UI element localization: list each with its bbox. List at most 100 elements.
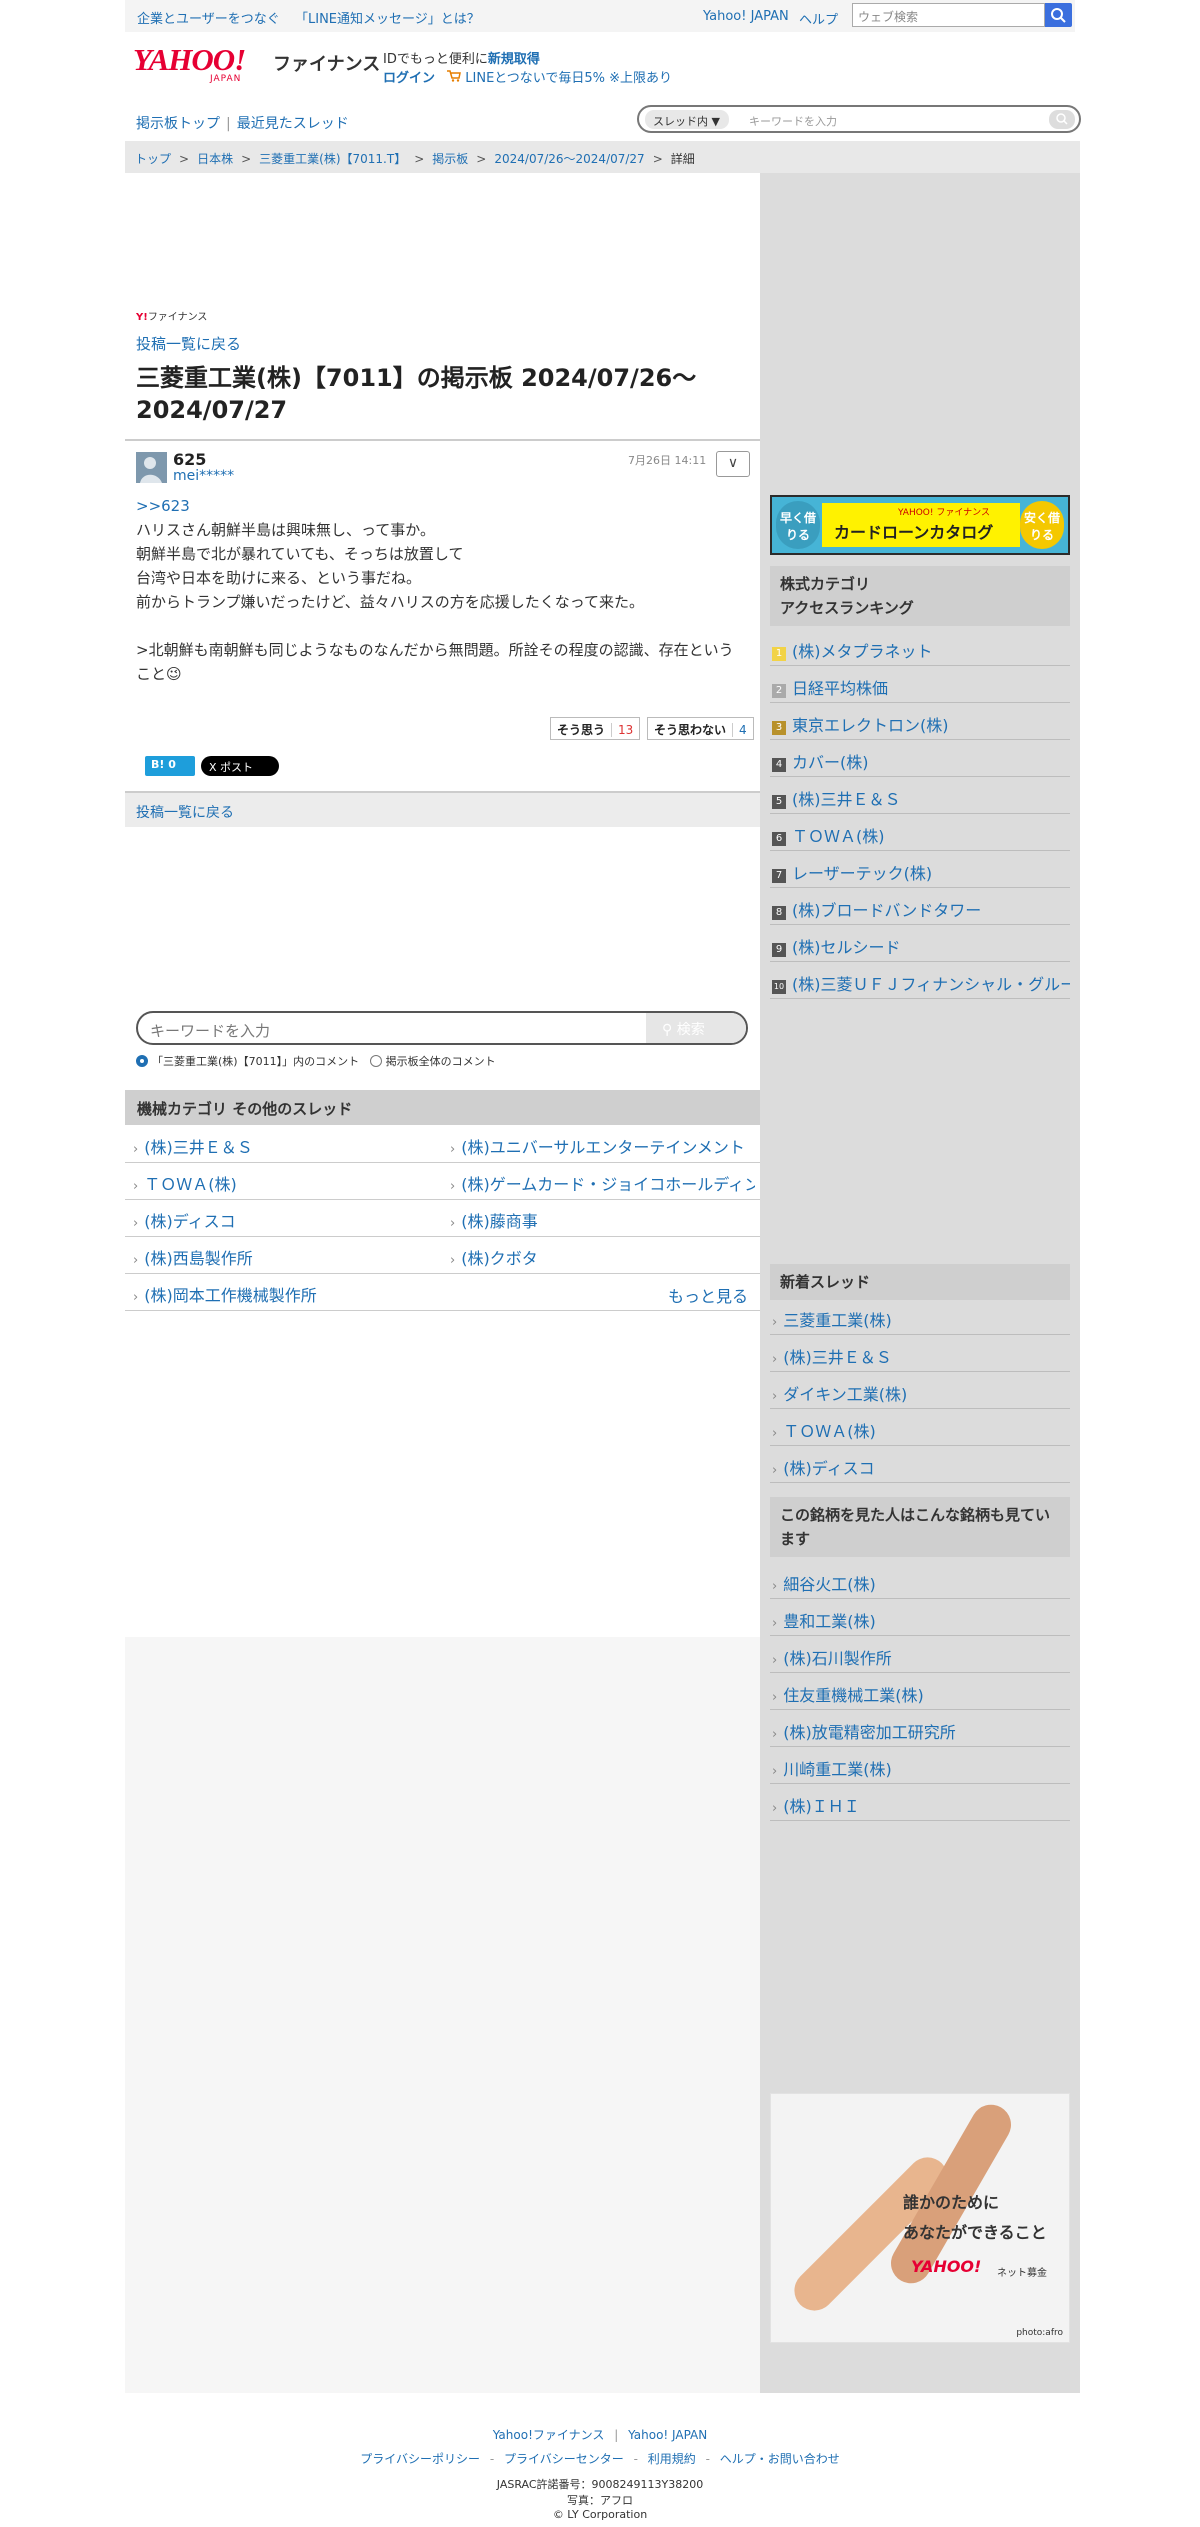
reply-anchor-link[interactable]: >>623	[136, 494, 748, 518]
line-notice-what-link[interactable]: 「LINE通知メッセージ」とは？	[295, 8, 480, 27]
agree-button[interactable]: そう思う 13	[550, 717, 641, 740]
ranking-item[interactable]: 3 東京エレクトロン(株)	[770, 703, 1070, 740]
divider	[125, 439, 760, 441]
post-user-link[interactable]: mei*****	[173, 468, 234, 484]
card-loan-banner[interactable]: 早く借りる YAHOO! ファイナンス カードローンカタログ 安く借りる	[770, 495, 1070, 555]
post-date: 7月26日 14:11	[628, 454, 707, 467]
thread-search-button[interactable]	[1049, 110, 1075, 129]
category-thread-link[interactable]: (株)西島製作所	[133, 1236, 443, 1273]
new-thread-link[interactable]: 三菱重工業(株)	[770, 1298, 1070, 1335]
web-search-input[interactable]: ウェブ検索	[852, 3, 1045, 27]
radio-all-board-label: 掲示板全体のコメント	[385, 1055, 496, 1068]
ranking-item[interactable]: 10 (株)三菱ＵＦＪフィナンシャル・グループ	[770, 962, 1070, 999]
yahoo-finance-logo[interactable]: YAHOO! JAPAN	[133, 44, 273, 85]
category-thread-link[interactable]: (株)クボタ	[450, 1236, 755, 1273]
category-thread-link[interactable]: (株)三井Ｅ＆Ｓ	[133, 1125, 443, 1162]
agree-count: 13	[611, 723, 634, 737]
footer-terms-link[interactable]: 利用規約	[648, 2452, 696, 2466]
disagree-label: そう思わない	[654, 723, 727, 737]
line-promo-link[interactable]: LINEとつないで毎日5% ※上限あり	[465, 71, 672, 86]
footer-yahoo-link[interactable]: Yahoo! JAPAN	[628, 2428, 707, 2442]
radio-this-stock[interactable]	[136, 1055, 148, 1067]
ranking-item[interactable]: 5 (株)三井Ｅ＆Ｓ	[770, 777, 1070, 814]
more-threads-link[interactable]: もっと見る	[668, 1283, 748, 1307]
also-viewed-link[interactable]: (株)放電精密加工研究所	[770, 1710, 1070, 1747]
breadcrumb-board[interactable]: 掲示板	[432, 152, 468, 166]
footer-finance-link[interactable]: Yahoo!ファイナンス	[493, 2428, 605, 2442]
footer-privacy-policy-link[interactable]: プライバシーポリシー	[360, 2452, 480, 2466]
login-link[interactable]: ログイン	[383, 71, 435, 86]
comment-search-button-label: 検索	[676, 1022, 705, 1038]
id-promo: IDでもっと便利に新規取得	[383, 48, 540, 67]
category-thread-link[interactable]: (株)ユニバーサルエンターテインメント	[450, 1125, 755, 1162]
breadcrumb-jp-stocks[interactable]: 日本株	[197, 152, 233, 166]
breadcrumb-range[interactable]: 2024/07/26〜2024/07/27	[494, 152, 644, 166]
breadcrumb-current: 詳細	[670, 152, 695, 166]
dropdown-arrow-icon: ▼	[711, 115, 720, 128]
footer-privacy-center-link[interactable]: プライバシーセンター	[504, 2452, 624, 2466]
hatena-bookmark-button[interactable]: B! 0	[145, 756, 195, 776]
breadcrumb-top[interactable]: トップ	[135, 152, 171, 166]
also-viewed-link[interactable]: 川崎重工業(株)	[770, 1747, 1070, 1784]
ranking-item[interactable]: 4 カバー(株)	[770, 740, 1070, 777]
search-scope-radios: 「三菱重工業(株)【7011】」内のコメント 掲示板全体のコメント	[136, 1053, 496, 1069]
banner-yahoo-logo: YAHOO!	[911, 2257, 982, 2276]
disagree-button[interactable]: そう思わない 4	[647, 717, 754, 740]
line-notice-link[interactable]: 企業とユーザーをつなぐ	[137, 8, 280, 27]
rank-name: ＴＯＷＡ(株)	[792, 827, 885, 846]
ranking-item[interactable]: 2 日経平均株価	[770, 666, 1070, 703]
footer-dot: -	[705, 2452, 710, 2466]
post-number: 625	[173, 450, 207, 469]
thread-search-input[interactable]: キーワードを入力	[749, 113, 837, 129]
footer-links-1: Yahoo!ファイナンス | Yahoo! JAPAN	[0, 2426, 1200, 2443]
back-bar: 投稿一覧に戻る	[125, 791, 760, 827]
radio-all-board[interactable]	[369, 1055, 382, 1067]
x-post-button[interactable]: X ポスト	[201, 756, 279, 776]
web-search-button[interactable]	[1045, 3, 1072, 27]
yahoo-japan-link[interactable]: Yahoo! JAPAN	[703, 9, 789, 24]
also-viewed-link[interactable]: (株)ＩＨＩ	[770, 1784, 1070, 1821]
breadcrumb-sep: >	[241, 152, 252, 166]
post-line: >北朝鮮も南朝鮮も同じようなものなんだから無問題。所詮その程度の認識、存在という…	[136, 641, 734, 683]
ranking-item[interactable]: 1 (株)メタプラネット	[770, 629, 1070, 666]
new-thread-link[interactable]: (株)三井Ｅ＆Ｓ	[770, 1335, 1070, 1372]
rank-badge: 6	[772, 832, 786, 846]
new-thread-link[interactable]: ＴＯＷＡ(株)	[770, 1409, 1070, 1446]
donation-banner[interactable]: 誰かのために あなたができること YAHOO! ネット募金 photo:afro	[770, 2093, 1070, 2343]
sidebar: 早く借りる YAHOO! ファイナンス カードローンカタログ 安く借りる 株式カ…	[760, 173, 1080, 2393]
board-top-link[interactable]: 掲示板トップ	[136, 116, 220, 132]
also-viewed-link[interactable]: (株)石川製作所	[770, 1636, 1070, 1673]
category-thread-link[interactable]: (株)岡本工作機械製作所	[133, 1273, 453, 1310]
also-viewed-link[interactable]: 豊和工業(株)	[770, 1599, 1070, 1636]
cart-icon	[447, 70, 462, 82]
category-thread-link[interactable]: (株)藤商事	[450, 1199, 755, 1236]
register-link[interactable]: 新規取得	[488, 52, 540, 67]
footer-help-link[interactable]: ヘルプ・お問い合わせ	[720, 2452, 840, 2466]
rank-name: カバー(株)	[792, 753, 869, 772]
post-line: ハリスさん朝鮮半島は興味無し、って事か。	[136, 521, 435, 539]
comment-search-input[interactable]: キーワードを入力	[150, 1020, 270, 1041]
comment-search-button[interactable]: ⚲ 検索	[646, 1013, 746, 1043]
category-thread-link[interactable]: (株)ゲームカード・ジョイコホールディングス	[450, 1162, 755, 1199]
breadcrumb-stock[interactable]: 三菱重工業(株)【7011.T】	[259, 152, 406, 166]
back-to-list-link-bottom[interactable]: 投稿一覧に戻る	[136, 802, 234, 822]
help-link[interactable]: ヘルプ	[799, 9, 838, 28]
rank-name: (株)ブロードバンドタワー	[792, 901, 982, 920]
ranking-item[interactable]: 8 (株)ブロードバンドタワー	[770, 888, 1070, 925]
also-viewed-link[interactable]: 細谷火工(株)	[770, 1562, 1070, 1599]
user-silhouette-icon	[140, 457, 162, 483]
category-thread-link[interactable]: ＴＯＷＡ(株)	[133, 1162, 443, 1199]
post-menu-button[interactable]: ∨	[716, 451, 750, 477]
also-viewed-link[interactable]: 住友重機械工業(株)	[770, 1673, 1070, 1710]
banner-title: カードローンカタログ	[834, 523, 994, 542]
search-scope-select[interactable]: スレッド内 ▼	[645, 110, 729, 129]
new-thread-link[interactable]: (株)ディスコ	[770, 1446, 1070, 1483]
new-thread-link[interactable]: ダイキン工業(株)	[770, 1372, 1070, 1409]
back-to-list-link[interactable]: 投稿一覧に戻る	[136, 333, 241, 354]
category-thread-link[interactable]: (株)ディスコ	[133, 1199, 443, 1236]
recent-threads-link[interactable]: 最近見たスレッド	[237, 116, 349, 132]
ranking-item[interactable]: 9 (株)セルシード	[770, 925, 1070, 962]
ranking-item[interactable]: 7 レーザーテック(株)	[770, 851, 1070, 888]
ranking-item[interactable]: 6 ＴＯＷＡ(株)	[770, 814, 1070, 851]
rank-badge: 10	[772, 980, 786, 994]
